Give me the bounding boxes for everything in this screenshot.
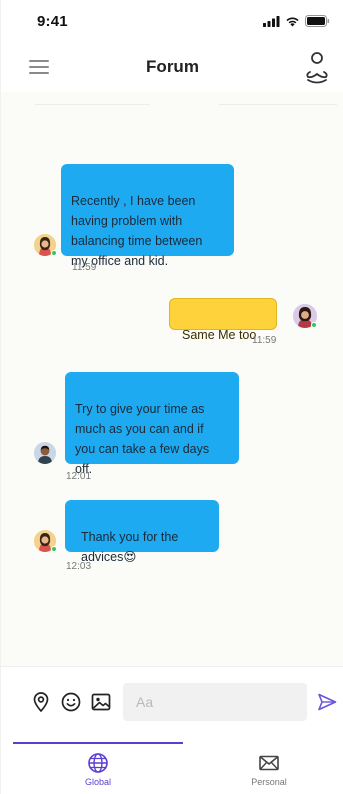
divider <box>35 104 150 105</box>
divider <box>219 104 337 105</box>
status-icons <box>263 15 330 27</box>
forum-screen: 9:41 Forum Recently , I have been having… <box>0 0 343 794</box>
message-bubble[interactable]: Recently , I have been having problem wi… <box>61 164 234 268</box>
chat-area[interactable]: Recently , I have been having problem wi… <box>1 92 343 666</box>
battery-icon <box>305 15 330 27</box>
tab-label: Personal <box>251 777 287 787</box>
meditation-profile-icon[interactable] <box>302 50 332 86</box>
message-input[interactable] <box>123 683 307 721</box>
active-tab-indicator <box>13 742 183 744</box>
page-title: Forum <box>146 57 199 76</box>
message-timestamp: 12:01 <box>66 471 92 482</box>
tab-global[interactable]: Global <box>43 752 153 787</box>
message-text: Same Me too <box>182 328 257 342</box>
heart-eyes-emoji: 😍 <box>123 550 137 564</box>
app-header: Forum <box>1 44 343 92</box>
signal-icon <box>263 15 280 27</box>
location-pin-icon[interactable] <box>30 691 52 713</box>
online-status-dot <box>51 546 57 552</box>
send-icon[interactable] <box>316 691 338 713</box>
online-status-dot <box>51 250 57 256</box>
message-composer <box>1 666 343 738</box>
online-status-dot <box>311 322 317 328</box>
message-text: Try to give your time as much as you can… <box>75 402 210 476</box>
bottom-nav: Global Personal <box>1 738 343 794</box>
globe-icon <box>88 753 108 773</box>
message-timestamp: 11:59 <box>72 262 97 273</box>
message-timestamp: 11:59 <box>252 335 277 346</box>
message-timestamp: 12:03 <box>66 561 92 572</box>
mail-icon <box>259 755 279 771</box>
status-bar: 9:41 <box>1 0 343 44</box>
message-bubble[interactable]: Try to give your time as much as you can… <box>65 372 239 476</box>
image-icon[interactable] <box>90 691 112 713</box>
avatar[interactable] <box>34 442 56 464</box>
wifi-icon <box>286 17 299 26</box>
status-time: 9:41 <box>37 13 68 30</box>
emoji-icon[interactable] <box>60 691 82 713</box>
message-text: Recently , I have been having problem wi… <box>71 194 203 268</box>
message-bubble[interactable]: Thank you for the advices😍 <box>65 500 219 564</box>
tab-label: Global <box>84 777 111 787</box>
tab-personal[interactable]: Personal <box>214 752 324 787</box>
message-bubble[interactable]: Same Me too <box>169 298 277 342</box>
